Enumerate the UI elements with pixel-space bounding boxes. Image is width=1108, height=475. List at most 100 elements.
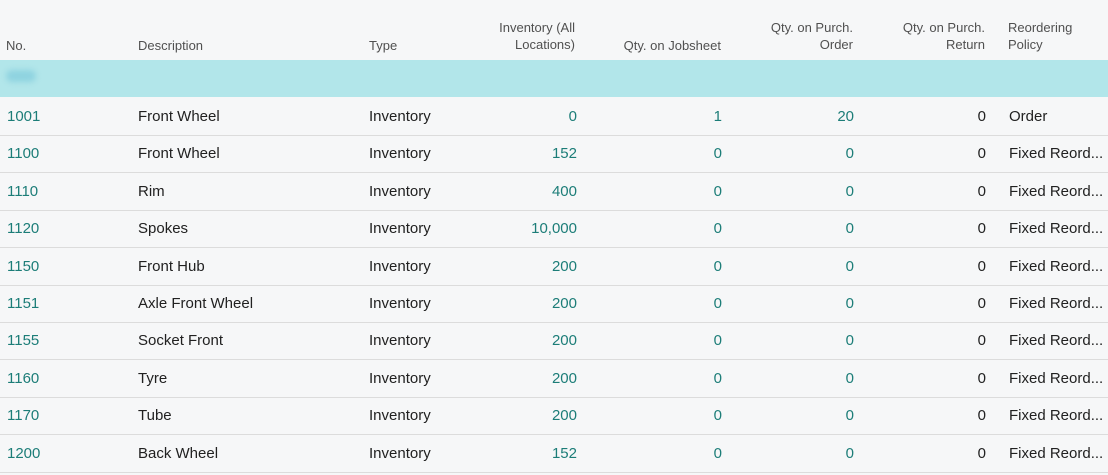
item-qty-purch-order-link[interactable]: 0 <box>740 210 854 247</box>
item-type: Inventory <box>369 332 431 350</box>
item-qty-purch-order-link[interactable]: 20 <box>740 98 854 135</box>
item-description: Tyre <box>138 369 168 387</box>
item-inventory-link[interactable]: 200 <box>480 248 577 285</box>
item-qty-purch-order-link[interactable]: 0 <box>740 322 854 359</box>
item-description: Rim <box>138 182 165 200</box>
item-no-link[interactable]: 1110 <box>7 173 117 210</box>
table-row[interactable]: 1160 Tyre Inventory 200 0 0 0 Fixed Reord... <box>0 360 1108 398</box>
item-qty-jobsheet-link[interactable]: 0 <box>600 360 722 397</box>
item-reordering-policy: Fixed Reord... <box>1009 145 1104 163</box>
item-no-link[interactable]: 1151 <box>7 285 117 322</box>
item-no-link[interactable]: 1160 <box>7 360 117 397</box>
item-qty-jobsheet-link[interactable]: 0 <box>600 135 722 172</box>
header-type[interactable]: Type <box>369 37 397 54</box>
header-purch-order[interactable]: Qty. on Purch. Order <box>740 19 853 53</box>
item-qty-purch-order-link[interactable]: 0 <box>740 285 854 322</box>
item-reordering-policy: Fixed Reord... <box>1009 182 1104 200</box>
item-description: Front Wheel <box>138 108 220 125</box>
item-qty-jobsheet-link[interactable]: 0 <box>600 285 722 322</box>
header-purch-return[interactable]: Qty. on Purch. Return <box>870 19 985 53</box>
item-qty-purch-order-link[interactable]: 0 <box>740 397 854 434</box>
item-type: Inventory <box>369 257 431 275</box>
item-no-link[interactable]: 1120 <box>7 210 117 247</box>
item-qty-jobsheet-link[interactable]: 0 <box>600 210 722 247</box>
item-description: Front Wheel <box>138 145 220 163</box>
item-qty-jobsheet-link[interactable]: 0 <box>600 435 722 472</box>
table-row[interactable]: 1110 Rim Inventory 400 0 0 0 Fixed Reord... <box>0 173 1108 211</box>
item-no-link[interactable]: 1170 <box>7 397 117 434</box>
item-type: Inventory <box>369 295 431 312</box>
item-type: Inventory <box>369 182 431 200</box>
item-reordering-policy: Fixed Reord... <box>1009 444 1104 462</box>
item-inventory-link[interactable]: 400 <box>480 173 577 210</box>
item-reordering-policy: Fixed Reord... <box>1009 295 1104 312</box>
item-qty-jobsheet-link[interactable]: 0 <box>600 248 722 285</box>
new-line-placeholder <box>6 70 36 82</box>
item-qty-purch-return: 0 <box>977 332 986 350</box>
header-purch-order-line1: Qty. on Purch. <box>770 20 853 35</box>
item-qty-purch-return: 0 <box>977 369 986 387</box>
item-reordering-policy: Fixed Reord... <box>1009 257 1104 275</box>
item-type: Inventory <box>369 108 431 125</box>
item-qty-purch-return: 0 <box>977 182 986 200</box>
header-policy-line2: Policy <box>1008 37 1043 52</box>
item-no-link[interactable]: 1001 <box>7 98 117 135</box>
item-reordering-policy: Fixed Reord... <box>1009 407 1104 425</box>
table-row[interactable]: 1151 Axle Front Wheel Inventory 200 0 0 0 Fixed… <box>0 285 1108 323</box>
item-no-link[interactable]: 1150 <box>7 248 117 285</box>
item-type: Inventory <box>369 145 431 163</box>
header-purch-order-line2: Order <box>819 37 853 52</box>
item-qty-purch-order-link[interactable]: 0 <box>740 248 854 285</box>
item-inventory-link[interactable]: 10,000 <box>480 210 577 247</box>
header-purch-return-line1: Qty. on Purch. <box>902 20 985 35</box>
header-inventory-line1: Inventory (All <box>499 20 575 35</box>
header-reordering-policy[interactable]: Reordering Policy <box>1008 19 1108 53</box>
item-reordering-policy: Fixed Reord... <box>1009 220 1104 238</box>
item-no-link[interactable]: 1100 <box>7 135 117 172</box>
header-description[interactable]: Description <box>138 37 203 54</box>
item-type: Inventory <box>369 369 431 387</box>
item-qty-jobsheet-link[interactable]: 0 <box>600 397 722 434</box>
item-no-link[interactable]: 1200 <box>7 435 117 472</box>
item-qty-purch-order-link[interactable]: 0 <box>740 173 854 210</box>
column-header-row: No. Description Type Inventory (All Loca… <box>0 0 1108 61</box>
item-description: Spokes <box>138 220 189 238</box>
item-reordering-policy: Fixed Reord... <box>1009 369 1104 387</box>
item-qty-purch-order-link[interactable]: 0 <box>740 360 854 397</box>
item-qty-purch-return: 0 <box>977 145 986 163</box>
item-qty-purch-order-link[interactable]: 0 <box>740 435 854 472</box>
item-inventory-link[interactable]: 200 <box>480 285 577 322</box>
header-inventory[interactable]: Inventory (All Locations) <box>470 19 575 53</box>
header-jobsheet[interactable]: Qty. on Jobsheet <box>600 37 721 54</box>
new-line-row[interactable] <box>0 60 1108 97</box>
item-description: Socket Front <box>138 332 224 350</box>
item-no-link[interactable]: 1155 <box>7 322 117 359</box>
item-inventory-link[interactable]: 200 <box>480 360 577 397</box>
table-row[interactable]: 1150 Front Hub Inventory 200 0 0 0 Fixed Reord.… <box>0 248 1108 286</box>
item-qty-jobsheet-link[interactable]: 0 <box>600 173 722 210</box>
table-row[interactable]: 1200 Back Wheel Inventory 152 0 0 0 Fixed Reord… <box>0 435 1108 473</box>
item-inventory-link[interactable]: 200 <box>480 322 577 359</box>
item-qty-jobsheet-link[interactable]: 0 <box>600 322 722 359</box>
table-row[interactable]: 1120 Spokes Inventory 10,000 0 0 0 Fixed Reord.… <box>0 210 1108 249</box>
header-no[interactable]: No. <box>6 37 26 54</box>
item-qty-purch-order-link[interactable]: 0 <box>740 135 854 172</box>
item-reordering-policy: Order <box>1009 108 1048 125</box>
item-qty-jobsheet-link[interactable]: 1 <box>600 98 722 135</box>
item-inventory-link[interactable]: 152 <box>480 435 577 472</box>
item-inventory-link[interactable]: 152 <box>480 135 577 172</box>
item-type: Inventory <box>369 220 431 238</box>
table-row[interactable]: 1100 Front Wheel Inventory 152 0 0 0 Fixed Reor… <box>0 135 1108 174</box>
item-qty-purch-return: 0 <box>977 295 986 312</box>
table-row[interactable]: 1001 Front Wheel Inventory 0 1 20 0 Order <box>0 98 1108 136</box>
table-row[interactable]: 1155 Socket Front Inventory 200 0 0 0 Fixed Reo… <box>0 322 1108 361</box>
item-qty-purch-return: 0 <box>977 444 986 462</box>
item-inventory-link[interactable]: 200 <box>480 397 577 434</box>
header-inventory-line2: Locations) <box>515 37 575 52</box>
item-inventory-link[interactable]: 0 <box>480 98 577 135</box>
item-description: Tube <box>138 407 172 425</box>
item-reordering-policy: Fixed Reord... <box>1009 332 1104 350</box>
table-row[interactable]: 1170 Tube Inventory 200 0 0 0 Fixed Reord... <box>0 397 1108 436</box>
item-type: Inventory <box>369 407 431 425</box>
item-description: Front Hub <box>138 257 205 275</box>
